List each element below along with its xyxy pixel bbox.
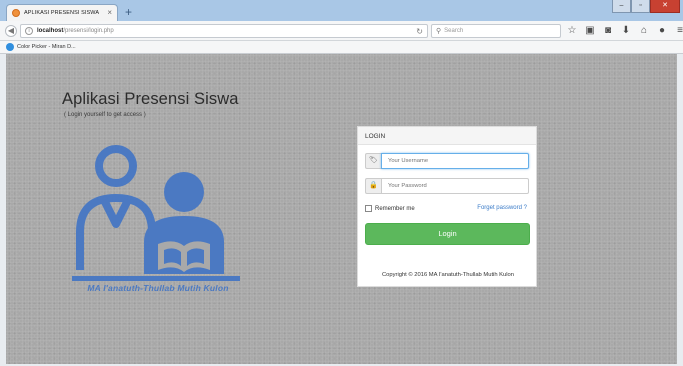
info-icon[interactable]: i	[25, 27, 33, 35]
address-bar[interactable]: i localhost /presensi/login.php ↻	[20, 24, 428, 38]
back-button[interactable]: ◀	[5, 25, 17, 37]
tab-bar: APLIKASI PRESENSI SISWA × + – ▫ ✕	[0, 0, 683, 21]
clipboard-icon[interactable]: ▣	[584, 24, 596, 38]
copyright-text: Copyright © 2016 MA I'anatuth-Thullab Mu…	[381, 272, 515, 278]
download-icon[interactable]: ⬇	[620, 24, 632, 38]
remember-label: Remember me	[375, 205, 415, 212]
toolbar-icons: ☆ ▣ ◙ ⬇ ⌂ ● ≡	[566, 24, 683, 38]
tab-title: APLIKASI PRESENSI SISWA	[24, 10, 100, 16]
menu-icon[interactable]: ≡	[674, 24, 683, 38]
login-header: LOGIN	[358, 127, 536, 145]
pocket-icon[interactable]: ◙	[602, 24, 614, 38]
tag-icon: 🏷	[365, 153, 381, 169]
tab-close-icon[interactable]: ×	[107, 9, 112, 17]
bookmark-favicon-icon	[6, 43, 14, 51]
password-input[interactable]	[381, 178, 529, 194]
username-input[interactable]	[381, 153, 529, 169]
minimize-button[interactable]: –	[612, 0, 631, 13]
page-title: Aplikasi Presensi Siswa	[62, 90, 239, 108]
school-name: MA I'anatuth-Thullab Mutih Kulon	[87, 283, 229, 293]
close-window-button[interactable]: ✕	[650, 0, 680, 13]
lock-icon: 🔒	[365, 178, 381, 194]
bookmark-item[interactable]: Color Picker - Miran D...	[17, 44, 76, 50]
page-background: Aplikasi Presensi Siswa ( Login yourself…	[6, 54, 677, 364]
school-logo-icon	[72, 145, 240, 281]
new-tab-button[interactable]: +	[122, 6, 135, 19]
search-icon: ⚲	[436, 28, 442, 35]
reload-icon[interactable]: ↻	[416, 27, 423, 36]
maximize-button[interactable]: ▫	[631, 0, 650, 13]
remember-me[interactable]: Remember me	[365, 205, 415, 212]
chat-icon[interactable]: ●	[656, 24, 668, 38]
forgot-password-link[interactable]: Forget password ?	[477, 205, 527, 211]
remember-checkbox[interactable]	[365, 205, 372, 212]
url-host: localhost	[37, 28, 64, 34]
star-icon[interactable]: ☆	[566, 24, 578, 38]
login-panel: LOGIN 🏷 🔒 Remember me Forget password ? …	[357, 126, 537, 287]
browser-tab[interactable]: APLIKASI PRESENSI SISWA ×	[6, 4, 118, 21]
navigation-bar: ◀ i localhost /presensi/login.php ↻ ⚲ Se…	[0, 21, 683, 41]
username-field: 🏷	[365, 153, 529, 169]
bookmarks-bar: Color Picker - Miran D...	[0, 41, 683, 54]
search-placeholder: Search	[444, 28, 464, 34]
login-button[interactable]: Login	[365, 223, 530, 245]
password-field: 🔒	[365, 178, 529, 194]
search-bar[interactable]: ⚲ Search	[431, 24, 561, 38]
favicon-icon	[12, 9, 20, 17]
url-path: /presensi/login.php	[63, 28, 114, 34]
home-icon[interactable]: ⌂	[638, 24, 650, 38]
page-subtitle: ( Login yourself to get access )	[64, 112, 146, 118]
window-controls: – ▫ ✕	[612, 0, 680, 13]
